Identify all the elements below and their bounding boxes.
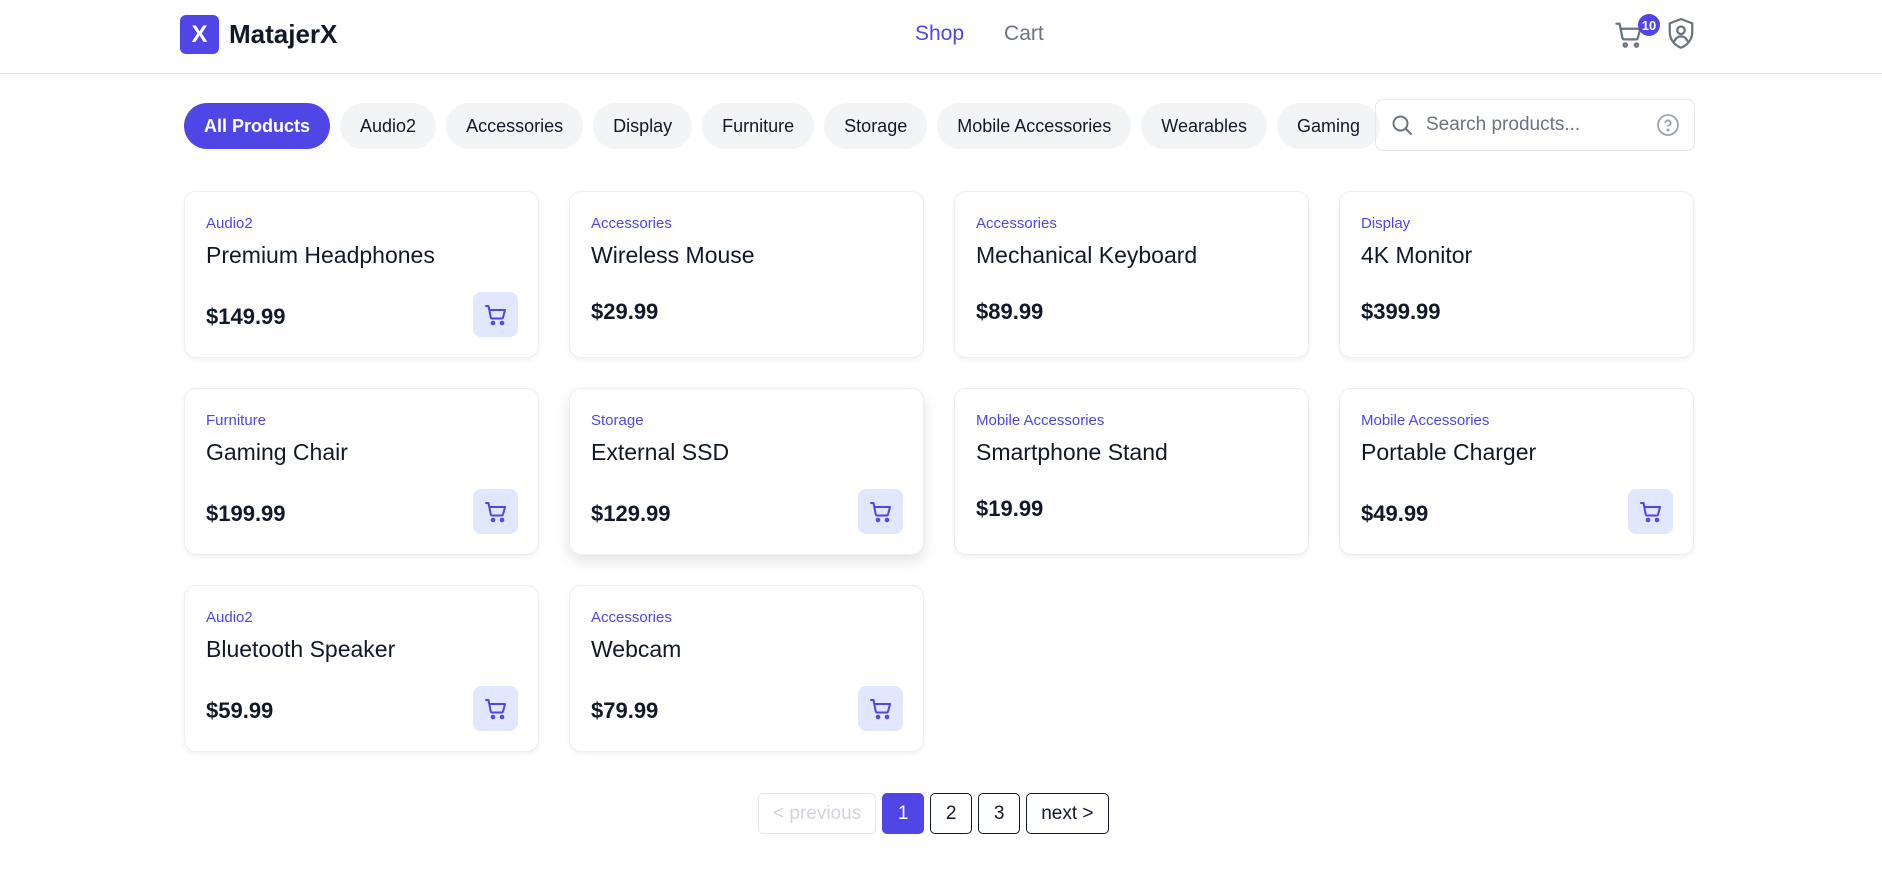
add-to-cart-button[interactable] [473, 686, 518, 731]
nav-shop-link[interactable]: Shop [915, 22, 964, 46]
product-name: Mechanical Keyboard [976, 242, 1198, 268]
filter-chip-mobile-accessories[interactable]: Mobile Accessories [937, 103, 1132, 149]
search-icon [1392, 115, 1412, 135]
logo-mark: X [180, 15, 219, 54]
product-card[interactable]: Mobile Accessories Portable Charger $49.… [1339, 388, 1694, 555]
product-card[interactable]: Audio2 Bluetooth Speaker $59.99 [184, 585, 539, 752]
product-price: $29.99 [591, 299, 659, 324]
page-button-2[interactable]: 2 [930, 793, 973, 834]
product-price: $19.99 [976, 496, 1044, 521]
filter-chip-wearables[interactable]: Wearables [1141, 103, 1268, 149]
product-price: $79.99 [591, 698, 659, 723]
product-card[interactable]: Furniture Gaming Chair $199.99 [184, 388, 539, 555]
filter-chip-display[interactable]: Display [593, 103, 693, 149]
page-button-3[interactable]: 3 [978, 793, 1021, 834]
product-name: Gaming Chair [206, 439, 348, 465]
cart-icon [484, 698, 506, 719]
search-box [1375, 99, 1695, 151]
help-circle-icon[interactable] [1656, 113, 1680, 137]
add-to-cart-button[interactable] [473, 489, 518, 534]
top-header: X MatajerX Shop Cart 10 [0, 0, 1882, 74]
main-nav: Shop Cart [915, 22, 1044, 46]
product-card[interactable]: Mobile Accessories Smartphone Stand $19.… [954, 388, 1309, 555]
cart-count-badge: 10 [1638, 14, 1660, 36]
filter-chip-accessories[interactable]: Accessories [446, 103, 584, 149]
product-price: $49.99 [1361, 501, 1429, 526]
product-card[interactable]: Accessories Wireless Mouse $29.99 [569, 191, 924, 358]
product-card[interactable]: Accessories Webcam $79.99 [569, 585, 924, 752]
page-button-1[interactable]: 1 [882, 793, 925, 834]
product-name: External SSD [591, 439, 730, 465]
next-page-button[interactable]: next > [1026, 793, 1109, 834]
product-card[interactable]: Display 4K Monitor $399.99 [1339, 191, 1694, 358]
add-to-cart-button[interactable] [473, 292, 518, 337]
product-price: $399.99 [1361, 299, 1441, 324]
product-price: $129.99 [591, 501, 671, 526]
filter-chip-gaming[interactable]: Gaming [1277, 103, 1381, 149]
filter-chip-all-products[interactable]: All Products [184, 103, 331, 149]
product-name: Webcam [591, 636, 682, 662]
filter-chip-storage[interactable]: Storage [824, 103, 928, 149]
product-price: $59.99 [206, 698, 274, 723]
shield-user-icon [1668, 17, 1694, 49]
product-category: Audio2 [206, 215, 253, 232]
product-name: 4K Monitor [1361, 242, 1473, 268]
product-category: Accessories [591, 215, 672, 232]
search-input[interactable] [1426, 114, 1646, 136]
product-category: Mobile Accessories [1361, 412, 1490, 429]
cart-icon [1639, 501, 1661, 522]
product-grid: Audio2 Premium Headphones $149.99 Access… [184, 191, 1694, 752]
cart-icon [484, 304, 506, 325]
product-category: Display [1361, 215, 1411, 232]
product-name: Portable Charger [1361, 439, 1537, 465]
cart-icon [869, 501, 891, 522]
product-card[interactable]: Storage External SSD $129.99 [569, 388, 924, 555]
cart-icon [484, 501, 506, 522]
filter-chip-audio2[interactable]: Audio2 [340, 103, 437, 149]
product-name: Bluetooth Speaker [206, 636, 396, 662]
add-to-cart-button[interactable] [1628, 489, 1673, 534]
product-name: Wireless Mouse [591, 242, 755, 268]
product-price: $89.99 [976, 299, 1044, 324]
product-category: Mobile Accessories [976, 412, 1105, 429]
product-card[interactable]: Accessories Mechanical Keyboard $89.99 [954, 191, 1309, 358]
account-button[interactable] [1666, 16, 1696, 57]
product-name: Smartphone Stand [976, 439, 1168, 465]
product-category: Furniture [206, 412, 267, 429]
add-to-cart-button[interactable] [858, 686, 903, 731]
nav-cart-link[interactable]: Cart [1004, 22, 1044, 46]
add-to-cart-button[interactable] [858, 489, 903, 534]
brand-name: MatajerX [229, 19, 338, 49]
product-category: Audio2 [206, 609, 253, 626]
product-category: Storage [591, 412, 644, 429]
pagination: < previous 1 2 3 next > [758, 793, 1109, 834]
product-category: Accessories [591, 609, 672, 626]
product-card[interactable]: Audio2 Premium Headphones $149.99 [184, 191, 539, 358]
category-filters: All Products Audio2 Accessories Display … [184, 103, 1381, 149]
product-price: $149.99 [206, 304, 286, 329]
product-name: Premium Headphones [206, 242, 435, 268]
product-category: Accessories [976, 215, 1057, 232]
filter-chip-furniture[interactable]: Furniture [702, 103, 815, 149]
brand-logo[interactable]: X MatajerX [180, 15, 337, 54]
header-cart-button[interactable]: 10 [1614, 14, 1660, 56]
previous-page-button[interactable]: < previous [758, 793, 877, 834]
product-price: $199.99 [206, 501, 286, 526]
cart-icon [869, 698, 891, 719]
